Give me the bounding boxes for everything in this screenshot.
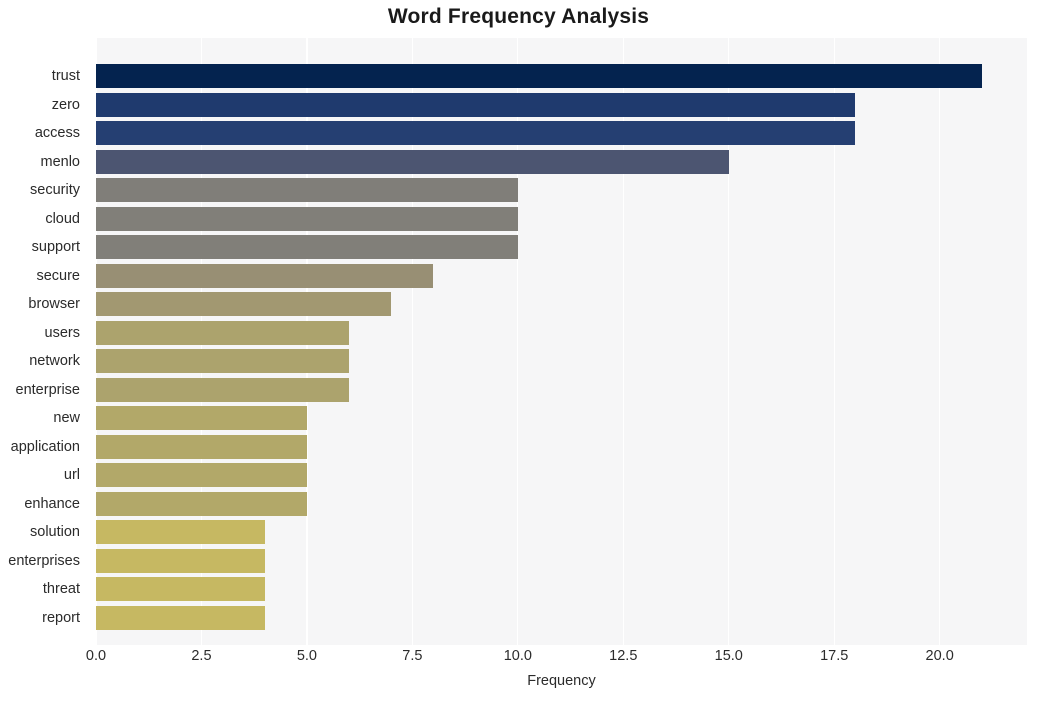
y-tick-label-new: new <box>53 410 80 426</box>
x-tick-label-2: 5.0 <box>296 648 317 664</box>
y-tick-label-solution: solution <box>30 524 80 540</box>
y-tick-label-enhance: enhance <box>24 495 80 512</box>
y-tick-label-users: users <box>44 324 80 341</box>
y-tick-label-network: network <box>29 353 80 369</box>
x-tick-label-8: 20.0 <box>925 648 954 664</box>
y-tick-label-support: support <box>31 239 80 255</box>
x-tick-label-6: 15.0 <box>714 648 743 664</box>
y-tick-label-zero: zero <box>51 96 80 113</box>
chart-title: Word Frequency Analysis <box>387 5 650 28</box>
y-tick-label-menlo: menlo <box>40 153 81 170</box>
x-axis-label: Frequency <box>527 673 596 689</box>
y-tick-label-security: security <box>30 182 80 198</box>
x-tick-label-7: 17.5 <box>820 648 849 664</box>
y-tick-label-enterprise: enterprise <box>15 381 80 398</box>
x-tick-label-0: 0.0 <box>85 648 107 664</box>
y-tick-label-access: access <box>34 125 80 141</box>
x-tick-label-3: 7.5 <box>402 648 423 664</box>
y-tick-label-application: application <box>10 438 80 455</box>
y-tick-label-browser: browser <box>28 296 80 312</box>
x-tick-label-1: 2.5 <box>191 648 212 664</box>
x-tick-label-4: 10.0 <box>503 648 532 664</box>
y-tick-label-trust: trust <box>51 68 80 84</box>
y-tick-label-enterprises: enterprises <box>8 552 80 569</box>
y-tick-label-secure: secure <box>36 267 80 284</box>
chart-figure: Word Frequency Analysis trust zero access m… <box>0 0 1037 701</box>
x-axis-tick-labels: 0.0 2.5 5.0 7.5 10.0 12.5 15.0 17.5 20.0 <box>0 648 1037 672</box>
y-tick-label-url: url <box>63 467 80 483</box>
y-tick-label-cloud: cloud <box>45 210 80 227</box>
y-axis-tick-labels: trust zero access menlo security cloud support… <box>0 38 1037 645</box>
y-tick-label-threat: threat <box>42 581 80 597</box>
x-tick-label-5: 12.5 <box>609 648 638 664</box>
y-tick-label-report: report <box>42 609 80 626</box>
